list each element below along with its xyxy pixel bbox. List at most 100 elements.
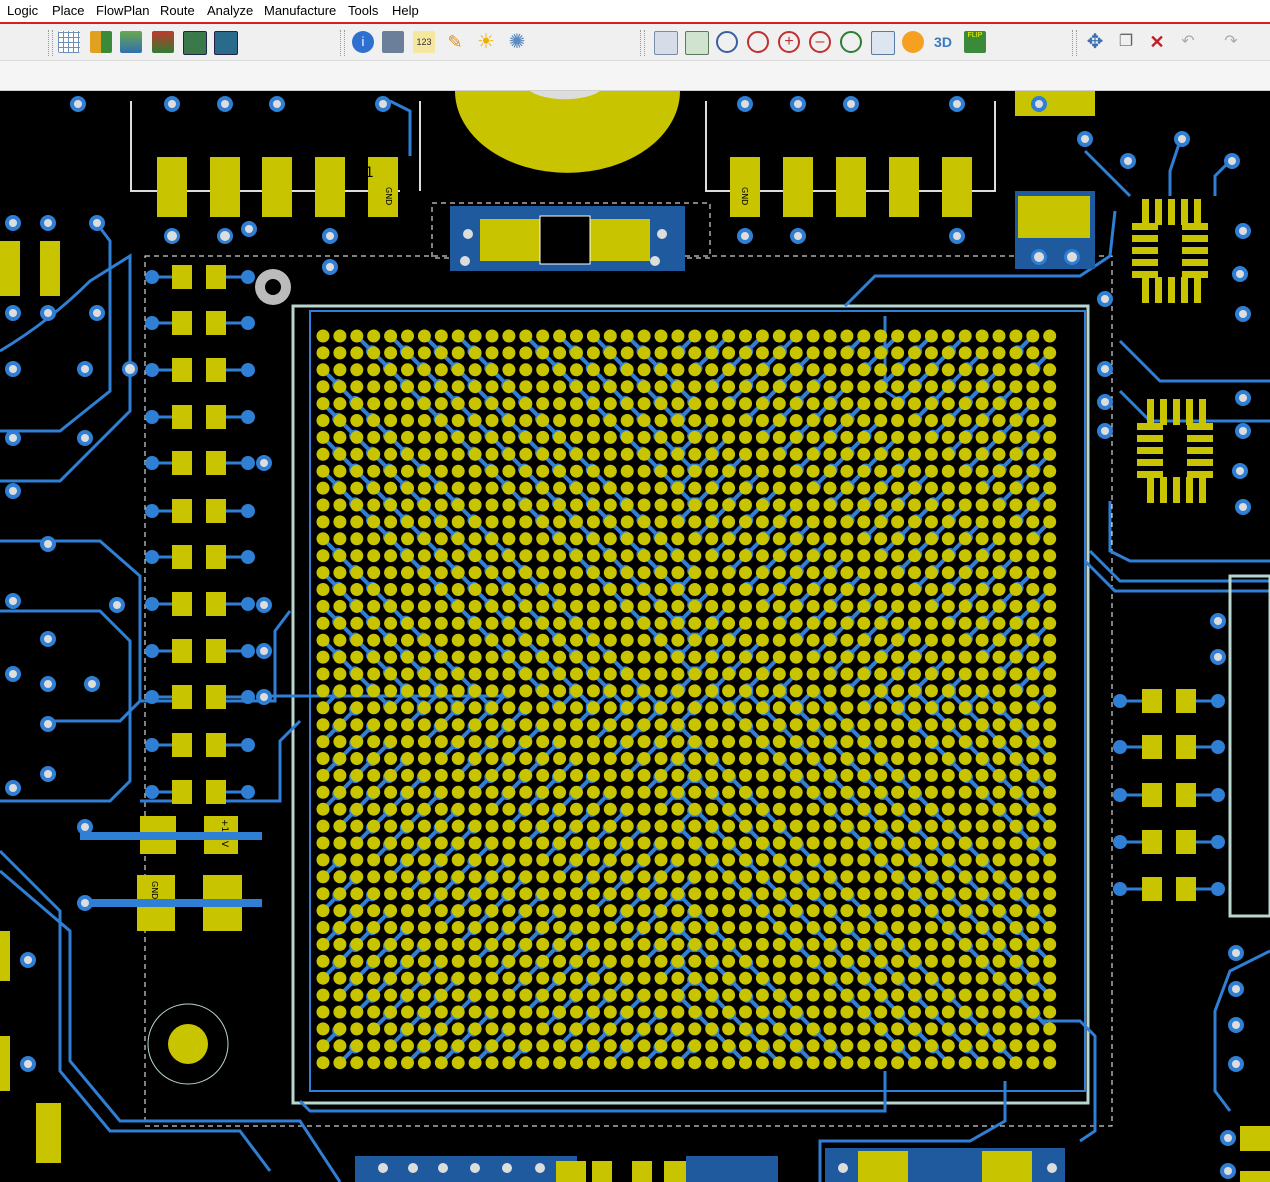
zoom-out-icon[interactable]: – (809, 31, 831, 53)
bga-pad (570, 464, 583, 478)
menu-help[interactable]: Help (392, 3, 419, 18)
move-icon[interactable]: ✥ (1084, 31, 1106, 53)
bga-pad (333, 363, 347, 377)
bga-pad (553, 464, 567, 478)
view-grid-icon[interactable] (654, 31, 678, 55)
eraser-icon[interactable]: ✎ (444, 31, 466, 53)
bga-pad (654, 363, 668, 377)
zoom-in-icon[interactable]: + (778, 31, 800, 53)
bga-pad (874, 819, 888, 833)
redo-icon[interactable]: ↷ (1220, 31, 1242, 53)
menu-logic[interactable]: Logic (7, 3, 38, 18)
menu-manufacture[interactable]: Manufacture (264, 3, 336, 18)
bga-pad (891, 1022, 905, 1036)
via-drill (463, 229, 473, 239)
bga-pad (603, 785, 617, 799)
bga-pad (586, 566, 600, 580)
pcb-canvas[interactable]: 1 GND 1 GND +1.1V GND (0, 91, 1270, 1182)
bga-pad (637, 380, 651, 394)
zoom-area-icon[interactable] (716, 31, 738, 53)
bga-pad (823, 701, 837, 715)
bga-pad (772, 785, 786, 799)
bga-pad (874, 430, 888, 444)
bga-pad (1043, 802, 1057, 816)
bga-pad (586, 599, 600, 613)
bga-pad (739, 650, 752, 664)
bga-pad (502, 498, 516, 512)
bga-pad (417, 633, 431, 647)
bga-pad (891, 752, 905, 765)
grid-icon[interactable] (58, 31, 80, 53)
bga-pad (350, 464, 364, 478)
bga-pad (823, 616, 837, 630)
toolbar-grip[interactable] (48, 30, 53, 56)
bga-pad (1026, 633, 1040, 647)
bga-pad (485, 616, 499, 630)
bga-pad (958, 785, 972, 799)
menu-route[interactable]: Route (160, 3, 195, 18)
bga-pad (789, 853, 803, 867)
copy-icon[interactable]: ❐ (1115, 31, 1137, 53)
undo-icon[interactable]: ↶ (1177, 31, 1199, 53)
view-board-icon[interactable] (685, 31, 709, 55)
zoom-select-icon[interactable] (747, 31, 769, 53)
bga-pad (637, 853, 651, 867)
bga-pad (1026, 1039, 1040, 1053)
toolbar-grip[interactable] (1072, 30, 1077, 56)
properties-icon[interactable] (382, 31, 404, 53)
menu-flowplan[interactable]: FlowPlan (96, 3, 149, 18)
zoom-back-icon[interactable] (840, 31, 862, 53)
bga-pad (671, 464, 685, 478)
bga-pad (874, 1039, 888, 1053)
bga-pad (958, 768, 972, 782)
bga-pad (840, 870, 854, 884)
bga-pad (553, 785, 567, 799)
nets-icon[interactable] (152, 31, 174, 53)
gerber-icon[interactable] (183, 31, 207, 55)
bga-pad (975, 633, 989, 647)
pcb-layout[interactable]: 1 GND 1 GND +1.1V GND (0, 91, 1270, 1182)
bga-pad (384, 329, 398, 343)
bga-pad (367, 1022, 381, 1036)
info-icon[interactable]: i (352, 31, 374, 53)
toolbar-grip[interactable] (340, 30, 345, 56)
bga-pad (603, 633, 617, 647)
toolbar-grip[interactable] (640, 30, 645, 56)
3d-icon[interactable]: 3D (932, 31, 954, 53)
menu-analyze[interactable]: Analyze (207, 3, 253, 18)
menu-tools[interactable]: Tools (348, 3, 378, 18)
bga-pad (401, 633, 414, 647)
bga-pad (316, 1056, 330, 1070)
bga-pad (468, 532, 482, 546)
board-icon[interactable] (214, 31, 238, 55)
numbering-icon[interactable]: 123 (413, 31, 435, 53)
mounting-hole (168, 1024, 208, 1064)
bga-pad (519, 853, 533, 867)
bga-pad (908, 802, 921, 816)
bga-pad (823, 633, 837, 647)
refresh-icon[interactable] (902, 31, 924, 53)
bga-pad (519, 904, 533, 918)
flip-icon[interactable]: FLIP (964, 31, 986, 53)
layers-icon[interactable] (90, 31, 112, 53)
bga-pad (1026, 430, 1040, 444)
bga-pad (975, 718, 989, 732)
delete-icon[interactable]: ✕ (1146, 31, 1168, 53)
highlight-icon[interactable]: ☀ (475, 31, 497, 53)
bga-pad (570, 616, 583, 630)
bga-pad (874, 616, 888, 630)
bga-pad (451, 346, 465, 360)
bga-pad (603, 464, 617, 478)
bga-pad (975, 752, 989, 765)
bga-pad (806, 836, 820, 850)
bga-pad (536, 853, 550, 867)
unhighlight-icon[interactable]: ✺ (506, 31, 528, 53)
bga-pad (992, 633, 1006, 647)
zoom-fit-icon[interactable] (871, 31, 895, 55)
menu-place[interactable]: Place (52, 3, 85, 18)
component-icon[interactable] (120, 31, 142, 53)
toolbar: i 123 ✎ ☀ ✺ + – 3D FLIP ✥ ❐ ✕ ↶ ↷ (0, 24, 1270, 61)
bga-pad (823, 346, 837, 360)
bga-pad (417, 988, 431, 1002)
bga-pad (806, 684, 820, 698)
